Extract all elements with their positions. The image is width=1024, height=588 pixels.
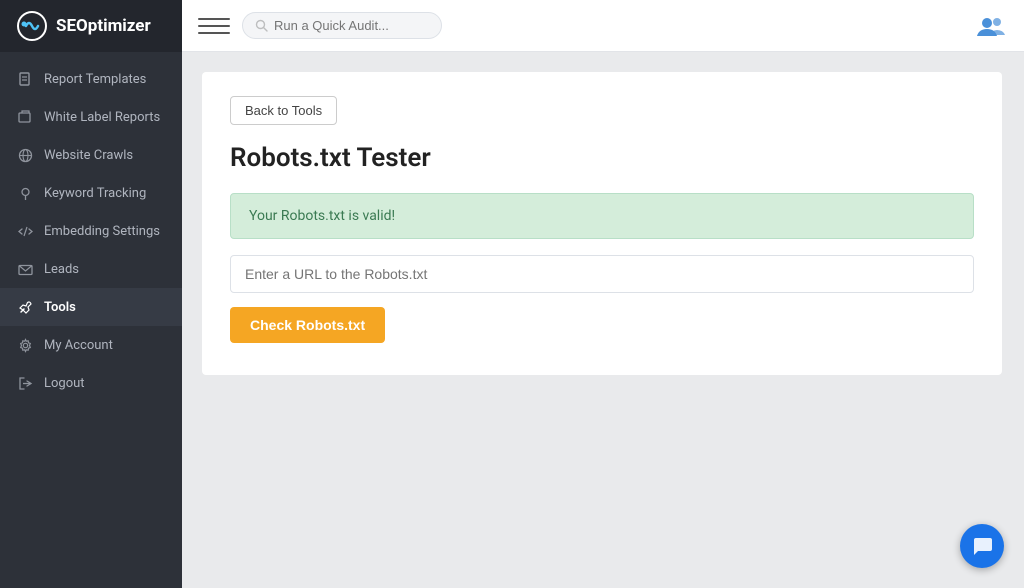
sidebar-item-website-crawls[interactable]: Website Crawls: [0, 136, 182, 174]
check-robots-button[interactable]: Check Robots.txt: [230, 307, 385, 343]
page-title: Robots.txt Tester: [230, 143, 974, 173]
main-card: Back to Tools Robots.txt Tester Your Rob…: [202, 72, 1002, 375]
sidebar-item-tools-label: Tools: [44, 300, 76, 315]
search-icon: [255, 19, 268, 32]
content-area: Back to Tools Robots.txt Tester Your Rob…: [182, 52, 1024, 588]
sidebar-item-my-account-label: My Account: [44, 338, 113, 353]
sidebar-item-keyword-tracking-label: Keyword Tracking: [44, 186, 146, 201]
sidebar-item-report-templates-label: Report Templates: [44, 72, 146, 87]
logo[interactable]: SEOptimizer: [0, 0, 182, 52]
globe-icon: [16, 146, 34, 164]
success-banner: Your Robots.txt is valid!: [230, 193, 974, 239]
embed-icon: [16, 222, 34, 240]
search-box[interactable]: [242, 12, 442, 39]
sidebar-item-website-crawls-label: Website Crawls: [44, 148, 133, 163]
tool-icon: [16, 298, 34, 316]
sidebar-item-logout-label: Logout: [44, 376, 85, 391]
main-area: Back to Tools Robots.txt Tester Your Rob…: [182, 0, 1024, 588]
topbar: [182, 0, 1024, 52]
gear-icon: [16, 336, 34, 354]
search-input[interactable]: [274, 18, 414, 33]
sidebar-item-leads-label: Leads: [44, 262, 79, 277]
menu-button[interactable]: [198, 10, 230, 42]
sidebar-item-report-templates[interactable]: Report Templates: [0, 60, 182, 98]
logout-icon: [16, 374, 34, 392]
file-icon: [16, 70, 34, 88]
url-input[interactable]: [230, 255, 974, 293]
pin-icon: [16, 184, 34, 202]
topbar-right: [974, 9, 1008, 43]
sidebar-item-leads[interactable]: Leads: [0, 250, 182, 288]
sidebar-item-white-label-reports-label: White Label Reports: [44, 110, 160, 125]
sidebar-item-keyword-tracking[interactable]: Keyword Tracking: [0, 174, 182, 212]
app-name: SEOptimizer: [56, 16, 151, 36]
sidebar-item-white-label-reports[interactable]: White Label Reports: [0, 98, 182, 136]
mail-icon: [16, 260, 34, 278]
sidebar-item-my-account[interactable]: My Account: [0, 326, 182, 364]
sidebar-item-embedding-settings-label: Embedding Settings: [44, 224, 160, 239]
sidebar-nav: Report Templates White Label Reports Web…: [0, 52, 182, 588]
users-icon[interactable]: [974, 9, 1008, 43]
tag-icon: [16, 108, 34, 126]
logo-icon: [16, 10, 48, 42]
sidebar-item-embedding-settings[interactable]: Embedding Settings: [0, 212, 182, 250]
sidebar: SEOptimizer Report Templates White Label…: [0, 0, 182, 588]
chat-button[interactable]: [960, 524, 1004, 568]
sidebar-item-tools[interactable]: Tools: [0, 288, 182, 326]
back-to-tools-button[interactable]: Back to Tools: [230, 96, 337, 125]
sidebar-item-logout[interactable]: Logout: [0, 364, 182, 402]
